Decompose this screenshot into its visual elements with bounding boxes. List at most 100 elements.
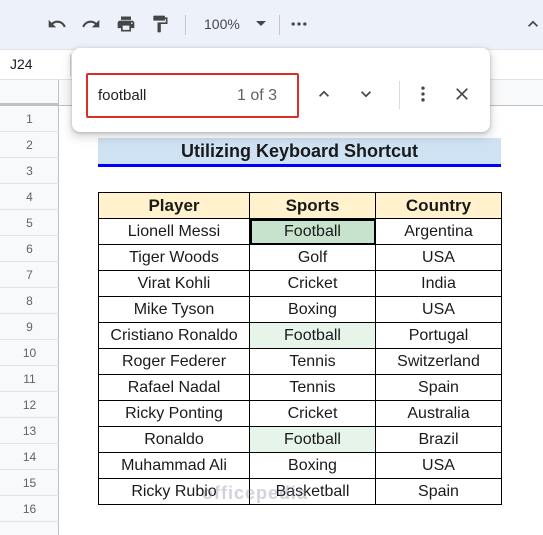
print-icon [117, 16, 135, 32]
zoom-select[interactable]: 100% [192, 9, 276, 39]
cell-sports[interactable]: Boxing [249, 452, 376, 479]
cell-player[interactable]: Roger Federer [98, 348, 250, 375]
undo-icon [48, 19, 66, 28]
toolbar-divider [279, 15, 280, 35]
row-header[interactable]: 6 [0, 236, 59, 262]
cell-country[interactable]: USA [375, 452, 502, 479]
cell-country[interactable]: Switzerland [375, 348, 502, 375]
row-header[interactable]: 15 [0, 470, 59, 496]
table-row: Ricky Ponting Cricket Australia [98, 400, 502, 427]
row-header[interactable]: 11 [0, 366, 59, 392]
watermark: officepedia [202, 483, 309, 503]
cell-country[interactable]: USA [375, 244, 502, 271]
table-row: Lionell Messi Football Argentina [98, 218, 502, 245]
row-header[interactable]: 16 [0, 496, 59, 522]
cell-sports[interactable]: Boxing [249, 296, 376, 323]
sheet-grid[interactable]: Utilizing Keyboard Shortcut Player Sport… [59, 106, 543, 535]
cell-player[interactable]: Lionell Messi [98, 218, 250, 245]
row-header[interactable]: 1 [0, 106, 59, 132]
collapse-menus-button[interactable] [518, 9, 543, 39]
redo-icon [82, 19, 100, 28]
row-header[interactable]: 7 [0, 262, 59, 288]
cell-sports[interactable]: Tennis [249, 374, 376, 401]
header-country[interactable]: Country [375, 192, 502, 219]
cell-sports[interactable]: Cricket [249, 400, 376, 427]
cell-player[interactable]: Cristiano Ronaldo [98, 322, 250, 349]
sheet-title[interactable]: Utilizing Keyboard Shortcut [98, 138, 501, 164]
cell-country[interactable]: India [375, 270, 502, 297]
undo-button[interactable] [42, 9, 72, 39]
chevron-up-icon [528, 20, 538, 27]
cell-sports-match[interactable]: Football [249, 322, 376, 349]
find-options-button[interactable] [411, 82, 435, 106]
paint-format-button[interactable] [145, 9, 175, 39]
chevron-down-icon [256, 21, 266, 26]
row-header[interactable]: 14 [0, 444, 59, 470]
cell-player[interactable]: Ronaldo [98, 426, 250, 453]
name-box[interactable]: J24 [10, 56, 33, 72]
cell-player[interactable]: Tiger Woods [98, 244, 250, 271]
chevron-up-icon [319, 90, 329, 97]
find-input[interactable]: football 1 of 3 [86, 73, 299, 118]
table-row: Virat Kohli Cricket India [98, 270, 502, 297]
header-sports[interactable]: Sports [249, 192, 376, 219]
select-all-corner[interactable] [0, 80, 59, 106]
cell-player[interactable]: Virat Kohli [98, 270, 250, 297]
cell-country[interactable]: Argentina [375, 218, 502, 245]
find-match-count: 1 of 3 [236, 87, 277, 104]
cell-sports-match[interactable]: Football [249, 426, 376, 453]
row-header[interactable]: 8 [0, 288, 59, 314]
print-button[interactable] [111, 9, 141, 39]
row-header[interactable]: 3 [0, 158, 59, 184]
cell-country[interactable]: Australia [375, 400, 502, 427]
more-vertical-icon [421, 86, 425, 102]
next-match-button[interactable] [354, 82, 378, 106]
table-header-row: Player Sports Country [98, 192, 502, 219]
cell-sports[interactable]: Golf [249, 244, 376, 271]
toolbar-divider [185, 15, 186, 35]
paint-format-icon [153, 15, 168, 33]
cell-country[interactable]: Spain [375, 374, 502, 401]
row-header[interactable]: 10 [0, 340, 59, 366]
row-header[interactable]: 2 [0, 132, 59, 158]
row-header[interactable]: 5 [0, 210, 59, 236]
row-header[interactable]: 4 [0, 184, 59, 210]
toolbar: 100% [0, 0, 543, 50]
close-find-button[interactable] [450, 82, 474, 106]
more-horizontal-icon [291, 22, 307, 26]
header-player[interactable]: Player [98, 192, 250, 219]
cell-country[interactable]: Portugal [375, 322, 502, 349]
name-box-divider [70, 54, 71, 76]
cell-player[interactable]: Mike Tyson [98, 296, 250, 323]
table-row: Muhammad Ali Boxing USA [98, 452, 502, 479]
find-query: football [98, 87, 147, 104]
close-icon [456, 88, 468, 100]
cell-sports[interactable]: Cricket [249, 270, 376, 297]
table-row: Roger Federer Tennis Switzerland [98, 348, 502, 375]
row-header[interactable]: 13 [0, 418, 59, 444]
table-row: Rafael Nadal Tennis Spain [98, 374, 502, 401]
previous-match-button[interactable] [312, 82, 336, 106]
row-headers: 1 2 3 4 5 6 7 8 9 10 11 12 13 14 15 16 [0, 106, 59, 535]
cell-player[interactable]: Muhammad Ali [98, 452, 250, 479]
table-row: Tiger Woods Golf USA [98, 244, 502, 271]
chevron-down-icon [361, 91, 371, 98]
title-underline [98, 164, 501, 167]
cell-country[interactable]: Brazil [375, 426, 502, 453]
row-header[interactable]: 12 [0, 392, 59, 418]
cell-sports[interactable]: Tennis [249, 348, 376, 375]
redo-button[interactable] [76, 9, 106, 39]
cell-player[interactable]: Rafael Nadal [98, 374, 250, 401]
cell-country[interactable]: USA [375, 296, 502, 323]
cell-sports-active-match[interactable]: Football [249, 218, 376, 245]
row-header[interactable]: 9 [0, 314, 59, 340]
find-bar: football 1 of 3 [72, 48, 490, 132]
cell-player[interactable]: Ricky Ponting [98, 400, 250, 427]
find-bar-divider [399, 81, 400, 109]
data-table: Player Sports Country Lionell Messi Foot… [98, 192, 502, 505]
zoom-label: 100% [204, 16, 240, 32]
table-row: Ronaldo Football Brazil [98, 426, 502, 453]
table-row: Cristiano Ronaldo Football Portugal [98, 322, 502, 349]
more-options-button[interactable] [284, 9, 314, 39]
cell-country[interactable]: Spain [375, 478, 502, 505]
